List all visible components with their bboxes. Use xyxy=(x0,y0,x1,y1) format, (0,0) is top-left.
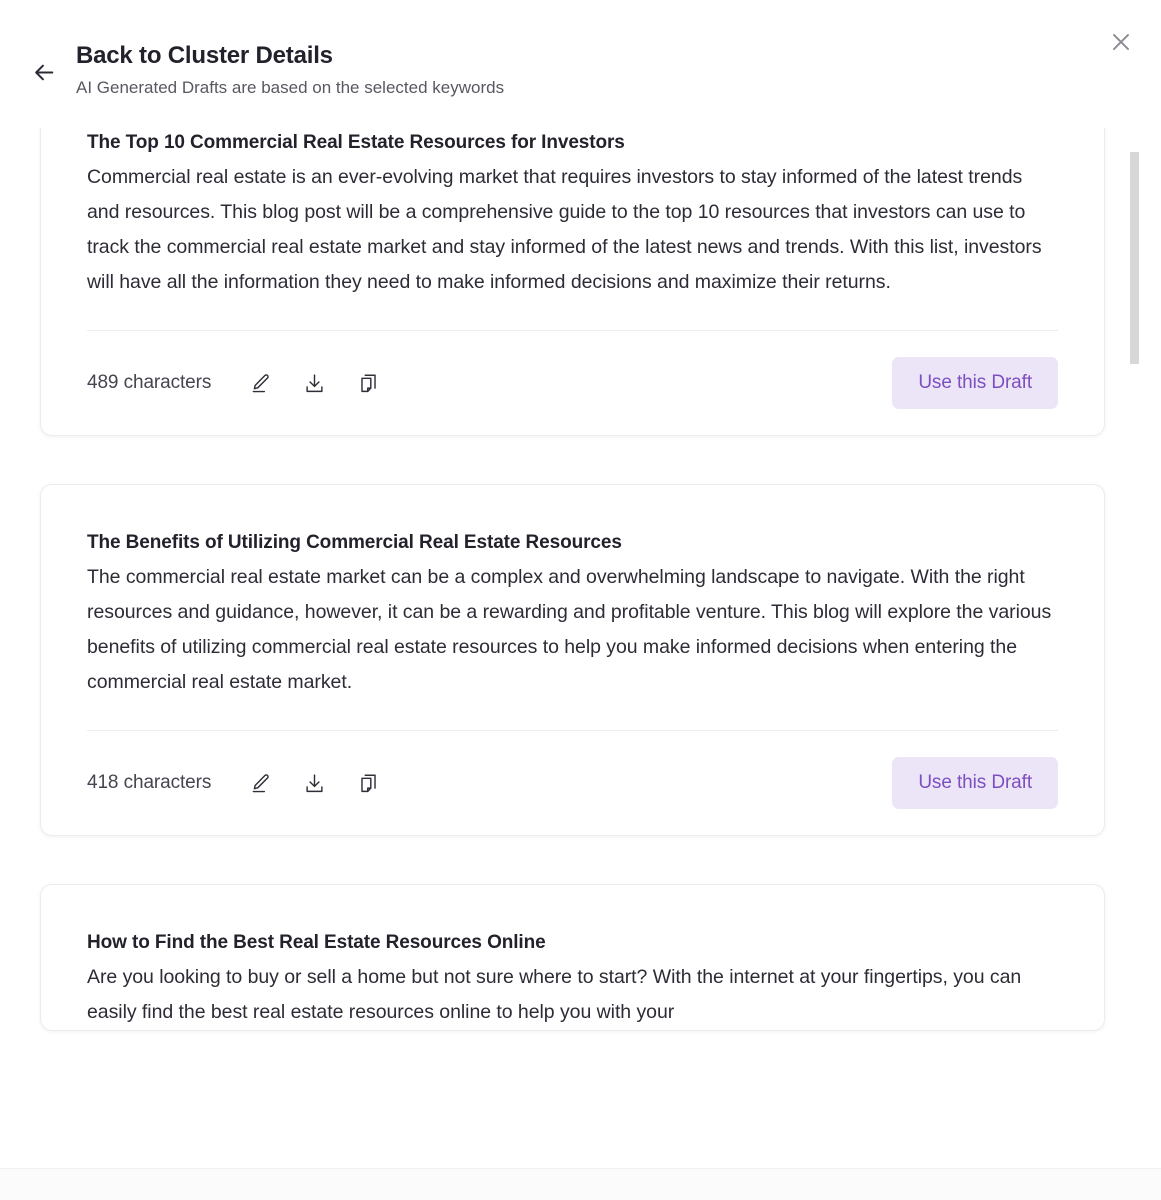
scrollbar-thumb[interactable] xyxy=(1130,152,1139,364)
pencil-icon[interactable] xyxy=(243,766,277,800)
download-icon[interactable] xyxy=(297,366,331,400)
card-divider xyxy=(87,730,1058,731)
use-this-draft-button[interactable]: Use this Draft xyxy=(892,757,1058,809)
drafts-list: The Top 10 Commercial Real Estate Resour… xyxy=(0,128,1120,1031)
page-subtitle: AI Generated Drafts are based on the sel… xyxy=(76,78,505,97)
close-icon[interactable] xyxy=(1103,24,1139,60)
back-arrow-icon[interactable] xyxy=(24,52,64,92)
draft-card[interactable]: The Benefits of Utilizing Commercial Rea… xyxy=(40,484,1105,836)
draft-title: How to Find the Best Real Estate Resourc… xyxy=(87,932,546,953)
draft-body: Commercial real estate is an ever-evolvi… xyxy=(87,166,1042,293)
draft-title: The Benefits of Utilizing Commercial Rea… xyxy=(87,532,622,553)
download-icon[interactable] xyxy=(297,766,331,800)
character-count: 418 characters xyxy=(87,772,212,793)
use-this-draft-button[interactable]: Use this Draft xyxy=(892,357,1058,409)
card-divider xyxy=(87,330,1058,331)
scrollbar-track[interactable] xyxy=(1129,128,1140,1166)
bottom-strip xyxy=(0,1168,1161,1200)
draft-body: The commercial real estate market can be… xyxy=(87,566,1052,693)
draft-title: The Top 10 Commercial Real Estate Resour… xyxy=(87,132,625,153)
pencil-icon[interactable] xyxy=(243,366,277,400)
ai-drafts-modal: Back to Cluster Details AI Generated Dra… xyxy=(0,0,1161,1200)
copy-icon[interactable] xyxy=(351,366,385,400)
modal-header: Back to Cluster Details AI Generated Dra… xyxy=(0,0,1161,128)
header-text-block: Back to Cluster Details AI Generated Dra… xyxy=(76,40,504,100)
draft-card[interactable]: The Top 10 Commercial Real Estate Resour… xyxy=(40,128,1105,436)
draft-card-footer: 418 characters Use this Draft xyxy=(87,757,1058,809)
draft-body: Are you looking to buy or sell a home bu… xyxy=(87,966,1022,1023)
draft-card-footer: 489 characters Use this Draft xyxy=(87,357,1058,409)
character-count: 489 characters xyxy=(87,372,212,393)
draft-card[interactable]: How to Find the Best Real Estate Resourc… xyxy=(40,884,1105,1031)
drafts-scroll-area[interactable]: The Top 10 Commercial Real Estate Resour… xyxy=(0,128,1161,1166)
page-title: Back to Cluster Details xyxy=(76,42,333,69)
copy-icon[interactable] xyxy=(351,766,385,800)
